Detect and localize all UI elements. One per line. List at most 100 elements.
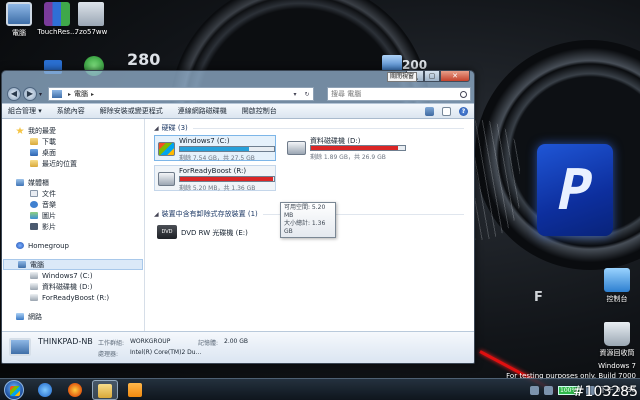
taskbar-internet-explorer[interactable] (32, 380, 58, 400)
taskbar-windows-explorer[interactable] (92, 380, 118, 400)
forward-button[interactable]: ▶ (23, 87, 37, 101)
collapse-triangle-icon[interactable]: ◢ (154, 211, 159, 218)
nav-drive-r[interactable]: ForReadyBoost (R:) (2, 292, 144, 303)
breadcrumb-computer[interactable]: 電腦 (74, 89, 88, 99)
homegroup-icon (16, 242, 24, 249)
recent-places-icon (30, 160, 38, 167)
breadcrumb-arrow-icon[interactable]: ▸ (91, 91, 94, 98)
close-button[interactable]: ✕ (440, 71, 470, 82)
open-control-panel-button[interactable]: 開啟控制台 (242, 106, 277, 116)
system-properties-button[interactable]: 系統內容 (57, 106, 85, 116)
start-button[interactable] (4, 380, 24, 400)
drive-tile[interactable]: ForReadyBoost (R:) 剩餘 5.20 MB，共 1.36 GB (154, 165, 276, 192)
address-dropdown-icon[interactable]: ▾ (289, 91, 301, 98)
search-icon[interactable] (460, 90, 467, 98)
nav-music[interactable]: 音樂 (2, 199, 144, 210)
computer-icon (52, 90, 62, 98)
gear-indicator: P (537, 144, 613, 236)
dvd-drive-tile[interactable]: DVD DVD RW 光碟機 (E:) (154, 221, 248, 243)
documents-icon (30, 190, 38, 197)
nav-label: 桌面 (42, 148, 56, 157)
drive-icon (30, 272, 38, 279)
details-pane: THINKPAD-NB 工作群組: WORKGROUP 記憶體: 2.00 GB… (2, 331, 474, 363)
desktop-icon-7zip[interactable]: 7zo57ww (62, 2, 120, 36)
preview-pane-icon[interactable] (442, 106, 451, 116)
computer-icon (9, 338, 31, 356)
drive-tile[interactable]: 資料磁碟機 (D:) 剩餘 1.89 GB，共 26.9 GB (284, 135, 406, 161)
nav-favorites[interactable]: 我的最愛 (2, 125, 144, 136)
maximize-button[interactable]: ▢ (424, 71, 440, 82)
hard-disks-group-header[interactable]: ◢ 硬碟 (3) (154, 123, 474, 133)
taskbar-media-player[interactable] (122, 380, 148, 400)
tray-network-icon[interactable] (529, 385, 539, 395)
windows-drive-icon (158, 142, 175, 156)
nav-network[interactable]: 網路 (2, 311, 144, 322)
nav-desktop[interactable]: 桌面 (2, 147, 144, 158)
tray-volume-icon[interactable] (543, 385, 553, 395)
libraries-icon (16, 179, 24, 186)
drive-tile[interactable]: Windows7 (C:) 剩餘 7.54 GB，共 27.5 GB (154, 135, 276, 162)
address-controls: ▾ ↻ (289, 91, 313, 98)
drive-usage-bar (179, 146, 275, 152)
nav-label: 最近的位置 (42, 159, 77, 168)
nav-videos[interactable]: 影片 (2, 221, 144, 232)
desktop-icon-control-panel[interactable]: 控制台 (588, 268, 640, 304)
navigation-pane: 我的最愛 下載 桌面 最近的位置 媒體櫃 文件 音樂 圖片 影片 Homegro… (2, 119, 145, 331)
breadcrumb-arrow-icon[interactable]: ▸ (68, 91, 71, 98)
tooltip-free-space: 可用空間: 5.20 MB (284, 204, 326, 219)
nav-pictures[interactable]: 圖片 (2, 210, 144, 221)
address-bar[interactable]: ▸ 電腦 ▸ ▾ ↻ (48, 87, 314, 101)
computer-icon (18, 261, 26, 268)
explorer-window: ▁ ▢ ✕ ◀ ▶ ▾ ▸ 電腦 ▸ ▾ ↻ 組合管理 ▾ 系統內容 解除安裝或… (1, 70, 475, 364)
drive-free-space: 剩餘 1.89 GB，共 26.9 GB (310, 154, 386, 161)
map-network-drive-button[interactable]: 連線網路磁碟機 (178, 106, 227, 116)
fuel-label: F (534, 290, 543, 305)
drive-icon (287, 141, 306, 155)
nav-homegroup[interactable]: Homegroup (2, 240, 144, 251)
processor-label: 處理器: (98, 351, 119, 358)
network-icon[interactable] (382, 55, 402, 71)
nav-libraries[interactable]: 媒體櫃 (2, 177, 144, 188)
nav-documents[interactable]: 文件 (2, 188, 144, 199)
organize-button[interactable]: 組合管理 ▾ (8, 106, 42, 116)
nav-label: 影片 (42, 222, 56, 231)
drive-usage-fill (311, 146, 399, 150)
drive-free-space: 剩餘 7.54 GB，共 27.5 GB (179, 155, 255, 162)
nav-label: 電腦 (30, 260, 44, 269)
processor-value: Intel(R) Core(TM)2 Du... (130, 349, 202, 356)
change-view-icon[interactable] (425, 106, 434, 116)
desktop-icon-label: 資源回收筒 (599, 349, 635, 357)
recycle-bin-icon (604, 322, 630, 346)
refresh-icon[interactable]: ↻ (301, 91, 313, 98)
nav-label: 圖片 (42, 211, 56, 220)
nav-computer[interactable]: 電腦 (3, 259, 143, 270)
search-box[interactable] (327, 87, 471, 101)
nav-downloads[interactable]: 下載 (2, 136, 144, 147)
collapse-triangle-icon[interactable]: ◢ (154, 125, 159, 132)
view-controls: ? (417, 106, 468, 116)
nav-label: 資料磁碟機 (D:) (42, 282, 93, 291)
search-input[interactable] (331, 90, 451, 98)
windows-version-text: Windows 7 (598, 362, 636, 370)
history-dropdown-icon[interactable]: ▾ (39, 91, 42, 98)
nav-drive-c[interactable]: Windows7 (C:) (2, 270, 144, 281)
drive-name: 資料磁碟機 (D:) (310, 137, 361, 145)
help-icon[interactable]: ? (459, 106, 468, 116)
drive-name: ForReadyBoost (R:) (179, 167, 247, 175)
desktop-icon (30, 149, 38, 156)
nav-label: 我的最愛 (28, 126, 56, 135)
network-icon (16, 313, 24, 320)
uninstall-program-button[interactable]: 解除安裝或變更程式 (100, 106, 163, 116)
desktop-icon-recycle-bin[interactable]: 資源回收筒 (588, 322, 640, 358)
nav-drive-d[interactable]: 資料磁碟機 (D:) (2, 281, 144, 292)
taskbar-firefox[interactable] (62, 380, 88, 400)
downloads-folder-icon (30, 138, 38, 145)
drive-usage-bar (179, 176, 275, 182)
firefox-icon (68, 383, 82, 397)
nav-recent-places[interactable]: 最近的位置 (2, 158, 144, 169)
music-icon (30, 201, 38, 208)
desktop-icon-label: 控制台 (606, 295, 628, 303)
drive-icon (30, 283, 38, 290)
back-button[interactable]: ◀ (7, 87, 21, 101)
workgroup-value: WORKGROUP (130, 338, 171, 345)
